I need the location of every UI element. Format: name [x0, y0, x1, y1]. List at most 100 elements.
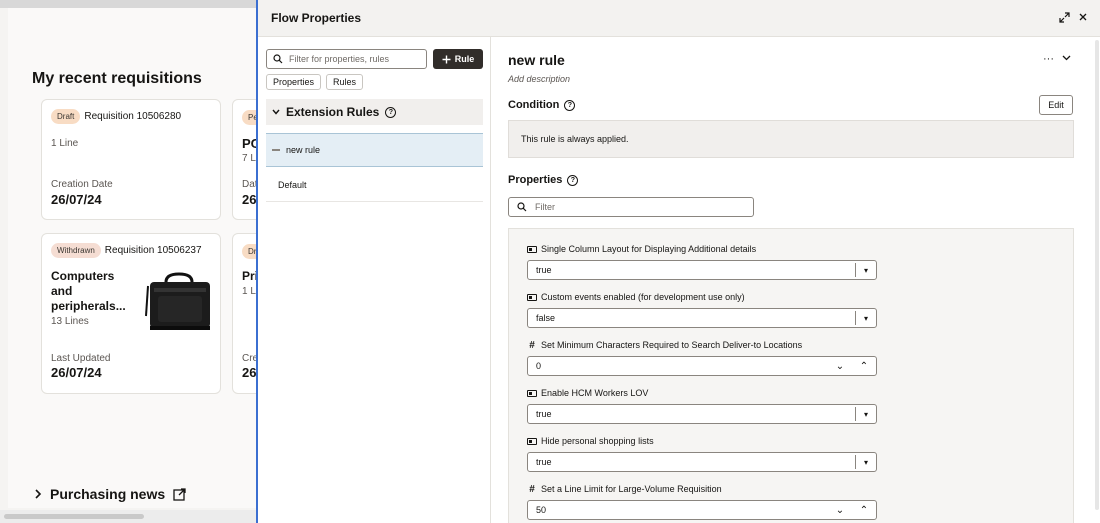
chevron-right-icon — [35, 489, 42, 499]
input-value: 0 — [536, 361, 542, 371]
line-count: 7 L — [242, 153, 256, 164]
date-label: Dat — [242, 179, 258, 190]
info-icon[interactable]: ? — [564, 99, 576, 111]
property-item: # Set Minimum Characters Required to Sear… — [527, 338, 877, 376]
property-label: Set Minimum Characters Required to Searc… — [541, 340, 803, 350]
requisition-card[interactable]: Dr Pri 1 L Cre 26 — [232, 233, 258, 394]
info-icon[interactable]: ? — [385, 106, 397, 118]
requisition-number: Requisition 10506280 — [84, 111, 182, 122]
date-value: 26/07/24 — [51, 192, 102, 207]
caret-down-icon[interactable]: ▾ — [856, 458, 876, 467]
number-type-icon: # — [529, 339, 535, 351]
date-value: 26/07/24 — [51, 365, 102, 380]
toggle-type-icon — [527, 437, 537, 445]
external-link-icon[interactable] — [173, 487, 186, 501]
extension-rules-title: Extension Rules — [286, 105, 380, 119]
info-icon[interactable]: ? — [567, 174, 579, 186]
laptop-bag-image — [145, 272, 210, 330]
property-item: # Set a Line Limit for Large-Volume Requi… — [527, 482, 877, 520]
properties-heading: Properties ? — [508, 174, 579, 186]
date-value: 26 — [242, 192, 257, 207]
increment-icon[interactable]: ⌃ — [852, 505, 876, 516]
scrollbar-thumb[interactable] — [4, 514, 144, 519]
decrement-icon[interactable]: ⌄ — [828, 505, 852, 516]
caret-down-icon[interactable]: ▾ — [856, 314, 876, 323]
property-label: Enable HCM Workers LOV — [541, 388, 649, 398]
property-select[interactable]: true ▾ — [527, 452, 877, 472]
add-rule-button[interactable]: Rule — [433, 49, 483, 69]
extension-rules-header[interactable]: Extension Rules ? — [266, 99, 483, 125]
date-label: Creation Date — [51, 179, 113, 190]
property-number-input[interactable]: 50 ⌄ ⌃ — [527, 500, 877, 520]
property-label: Custom events enabled (for development u… — [541, 292, 745, 302]
rule-title[interactable]: new rule — [508, 52, 565, 68]
line-count: 1 Line — [51, 138, 79, 149]
condition-box: This rule is always applied. — [508, 120, 1074, 158]
toggle-type-icon — [527, 245, 537, 253]
filter-search-box[interactable] — [266, 49, 427, 69]
property-select[interactable]: false ▾ — [527, 308, 877, 328]
property-select[interactable]: true ▾ — [527, 404, 877, 424]
flow-properties-panel: Flow Properties Rule Properties Rules Ex… — [258, 0, 1100, 523]
edit-condition-button[interactable]: Edit — [1039, 95, 1073, 115]
rule-item-label: new rule — [286, 145, 321, 155]
status-badge: Pe — [242, 110, 256, 125]
status-badge: Dr — [242, 244, 256, 259]
properties-list: Single Column Layout for Displaying Addi… — [508, 228, 1074, 523]
rule-detail: new rule Add description ··· Condition ?… — [492, 37, 1100, 523]
caret-down-icon[interactable]: ▾ — [856, 410, 876, 419]
requisition-card[interactable]: Draft Requisition 10506280 1 Line Creati… — [41, 99, 221, 220]
condition-heading: Condition ? — [508, 99, 576, 111]
rule-item-new-rule[interactable]: new rule — [266, 133, 483, 167]
rule-item-default[interactable]: Default — [266, 168, 483, 202]
drag-handle-icon — [272, 149, 280, 151]
add-description-link[interactable]: Add description — [508, 74, 570, 84]
panel-header: Flow Properties — [258, 0, 1100, 37]
rule-item-label: Default — [278, 179, 307, 190]
rules-chip[interactable]: Rules — [326, 74, 364, 90]
search-icon — [517, 202, 527, 212]
properties-filter-input[interactable] — [535, 202, 735, 212]
card-title: PO — [242, 136, 256, 151]
property-item: Single Column Layout for Displaying Addi… — [527, 242, 877, 280]
news-title: Purchasing news — [50, 486, 166, 502]
plus-icon — [442, 55, 451, 63]
property-select[interactable]: true ▾ — [527, 260, 877, 280]
caret-down-icon[interactable]: ▾ — [856, 266, 876, 275]
increment-icon[interactable]: ⌃ — [852, 361, 876, 372]
more-icon[interactable]: ··· — [1043, 53, 1054, 65]
rule-actions: ··· — [1043, 53, 1071, 65]
close-icon[interactable] — [1075, 9, 1091, 25]
property-number-input[interactable]: 0 ⌄ ⌃ — [527, 356, 877, 376]
requisition-card[interactable]: Pe PO 7 L Dat 26 — [232, 99, 258, 220]
toggle-type-icon — [527, 389, 537, 397]
card-title: Pri — [242, 269, 258, 283]
line-count: 1 L — [242, 286, 256, 297]
line-count: 13 Lines — [51, 316, 89, 327]
property-item: Custom events enabled (for development u… — [527, 290, 877, 328]
vertical-scrollbar[interactable] — [1095, 40, 1099, 510]
condition-label: Condition — [508, 99, 560, 111]
properties-label: Properties — [508, 174, 563, 186]
status-badge: Draft — [51, 109, 81, 124]
property-item: Hide personal shopping lists true ▾ — [527, 434, 877, 472]
property-label: Hide personal shopping lists — [541, 436, 654, 446]
chevron-down-icon[interactable] — [1062, 53, 1071, 63]
date-label: Cre — [242, 353, 258, 364]
section-title: My recent requisitions — [32, 70, 202, 87]
decrement-icon[interactable]: ⌄ — [828, 361, 852, 372]
requisition-card[interactable]: Withdrawn Requisition 10506237 Computers… — [41, 233, 221, 394]
properties-filter-box[interactable] — [508, 197, 754, 217]
add-rule-label: Rule — [454, 54, 475, 64]
input-value: 50 — [536, 505, 547, 515]
date-value: 26 — [242, 365, 257, 380]
filter-properties-rules-input[interactable] — [289, 54, 409, 64]
card-title: Computers and peripherals... — [51, 269, 126, 313]
purchasing-news-header[interactable]: Purchasing news — [34, 486, 186, 502]
background-page: My recent requisitions Draft Requisition… — [0, 0, 258, 523]
expand-icon[interactable] — [1056, 9, 1072, 25]
property-item: Enable HCM Workers LOV true ▾ — [527, 386, 877, 424]
properties-chip[interactable]: Properties — [266, 74, 322, 90]
condition-text: This rule is always applied. — [521, 134, 629, 144]
select-value: false — [536, 313, 556, 323]
